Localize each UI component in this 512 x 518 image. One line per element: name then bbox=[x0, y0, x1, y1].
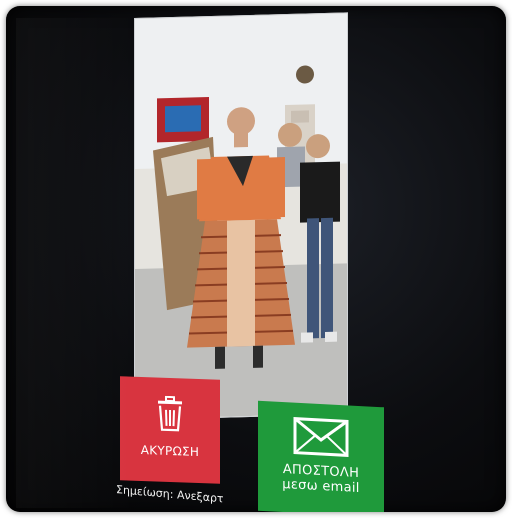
cancel-button-label: ΑΚΥΡΩΣΗ bbox=[140, 442, 200, 460]
camera-preview-image bbox=[135, 13, 347, 419]
camera-preview bbox=[134, 12, 348, 421]
cancel-button[interactable]: ΑΚΥΡΩΣΗ bbox=[120, 376, 220, 484]
envelope-icon bbox=[258, 415, 384, 464]
send-email-button[interactable]: ΑΠΟΣΤΟΛΗ μεσω email bbox=[258, 400, 384, 512]
trash-icon bbox=[120, 394, 220, 437]
footnote-text: Σημείωση: Ανεξαρτ bbox=[116, 483, 224, 506]
send-email-button-label: ΑΠΟΣΤΟΛΗ μεσω email bbox=[258, 461, 384, 498]
kiosk-screen-frame: ΑΚΥΡΩΣΗ ΑΠΟΣΤΟΛΗ μεσω email Σημείωση: Αν… bbox=[6, 6, 506, 512]
kiosk-screen: ΑΚΥΡΩΣΗ ΑΠΟΣΤΟΛΗ μεσω email Σημείωση: Αν… bbox=[6, 6, 506, 512]
